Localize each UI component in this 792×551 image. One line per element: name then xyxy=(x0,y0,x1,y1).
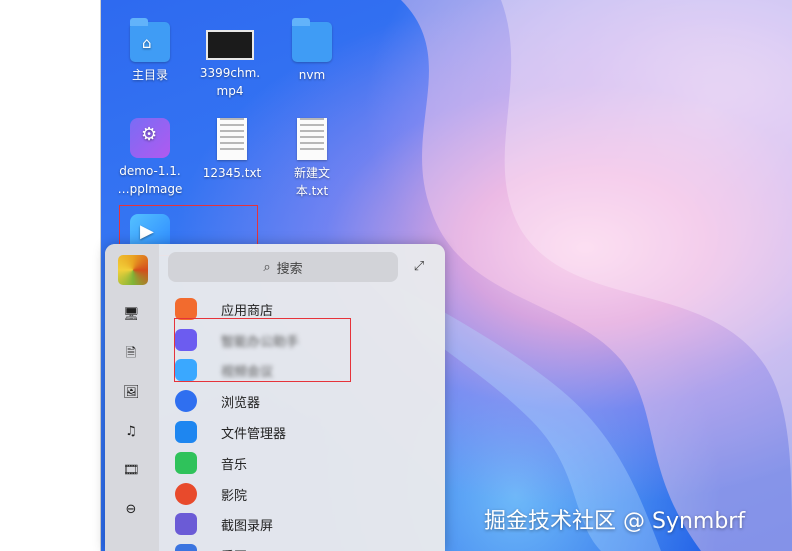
folder-icon xyxy=(292,18,332,62)
app-label: 截图录屏 xyxy=(221,518,274,534)
home-folder-icon: ⌂ xyxy=(130,18,170,62)
search-placeholder: 搜索 xyxy=(276,261,303,277)
app-item-image-viewer[interactable]: 看图 xyxy=(175,542,435,551)
screenshot-app-icon xyxy=(175,513,197,535)
launcher-sidebar: 🖥 🗎 🖼 ♫ 🎞 ⊖ xyxy=(105,244,159,551)
gears-app-icon: ⚙ xyxy=(130,118,170,158)
search-box[interactable]: ⌕ 搜索 xyxy=(168,252,398,282)
monitor-icon[interactable]: 🖥 xyxy=(123,307,140,323)
app-label: 看图 xyxy=(221,546,247,551)
text-file-icon xyxy=(217,118,247,160)
expand-icon[interactable]: ⤢ xyxy=(410,258,428,276)
file-manager-icon xyxy=(175,421,197,443)
image-icon[interactable]: 🖼 xyxy=(123,385,140,401)
image-viewer-icon xyxy=(175,544,197,551)
desktop-icon-appimage[interactable]: ⚙ demo-1.1. …ppImage xyxy=(110,118,190,198)
search-icon: ⌕ xyxy=(263,259,271,275)
watermark: 掘金技术社区 @ Synmbrf xyxy=(484,509,746,534)
app-store-icon xyxy=(175,298,197,320)
desktop-icon-label: 主目录 xyxy=(131,68,168,82)
app-item-screenshot[interactable]: 截图录屏 xyxy=(175,511,435,537)
document-icon[interactable]: 🗎 xyxy=(123,346,139,362)
desktop-icon-nvm[interactable]: nvm xyxy=(272,18,352,84)
left-window-strip xyxy=(0,0,101,551)
browser-icon xyxy=(175,390,197,412)
circle-menu-icon[interactable]: ⊖ xyxy=(123,502,139,518)
movie-app-icon xyxy=(175,483,197,505)
music-app-icon xyxy=(175,452,197,474)
app-label: 音乐 xyxy=(221,457,248,473)
video-app-icon xyxy=(175,359,197,381)
app-launcher: 🖥 🗎 🖼 ♫ 🎞 ⊖ ⌕ 搜索 ⤢ 应用商店 智能办公助手 视频会议 浏览器 … xyxy=(105,244,445,551)
desktop-icon-label: 新建文 本.txt xyxy=(293,166,330,198)
app-item-movie[interactable]: 影院 xyxy=(175,481,435,507)
desktop-icon-video-file[interactable]: 3399chm. mp4 xyxy=(190,22,270,100)
assistant-app-icon xyxy=(175,329,197,351)
video-thumbnail-icon xyxy=(206,30,254,60)
app-item-browser[interactable]: 浏览器 xyxy=(175,388,435,414)
music-icon[interactable]: ♫ xyxy=(123,424,139,440)
desktop-icon-label: 3399chm. mp4 xyxy=(199,66,261,98)
app-item-blurred-1[interactable]: 智能办公助手 xyxy=(175,327,435,353)
app-item-music[interactable]: 音乐 xyxy=(175,450,435,476)
app-label: 应用商店 xyxy=(221,303,274,319)
app-label: 智能办公助手 xyxy=(221,334,300,350)
film-icon[interactable]: 🎞 xyxy=(123,463,140,479)
app-label: 视频会议 xyxy=(221,364,274,380)
app-item-file-manager[interactable]: 文件管理器 xyxy=(175,419,435,445)
text-file-icon xyxy=(297,118,327,160)
desktop-icon-label: nvm xyxy=(298,68,326,82)
desktop-icon-label: demo-1.1. …ppImage xyxy=(117,164,183,196)
desktop-icon-12345-txt[interactable]: 12345.txt xyxy=(192,114,272,182)
app-label: 影院 xyxy=(221,488,248,504)
desktop-icon-new-text[interactable]: 新建文 本.txt xyxy=(272,114,352,200)
app-item-store[interactable]: 应用商店 xyxy=(175,296,435,322)
desktop-icon-home[interactable]: ⌂ 主目录 xyxy=(110,18,190,84)
app-label: 浏览器 xyxy=(221,395,261,411)
user-avatar[interactable] xyxy=(118,255,148,285)
desktop-icon-label: 12345.txt xyxy=(202,166,262,180)
app-label: 文件管理器 xyxy=(221,426,287,442)
app-item-blurred-2[interactable]: 视频会议 xyxy=(175,357,435,383)
